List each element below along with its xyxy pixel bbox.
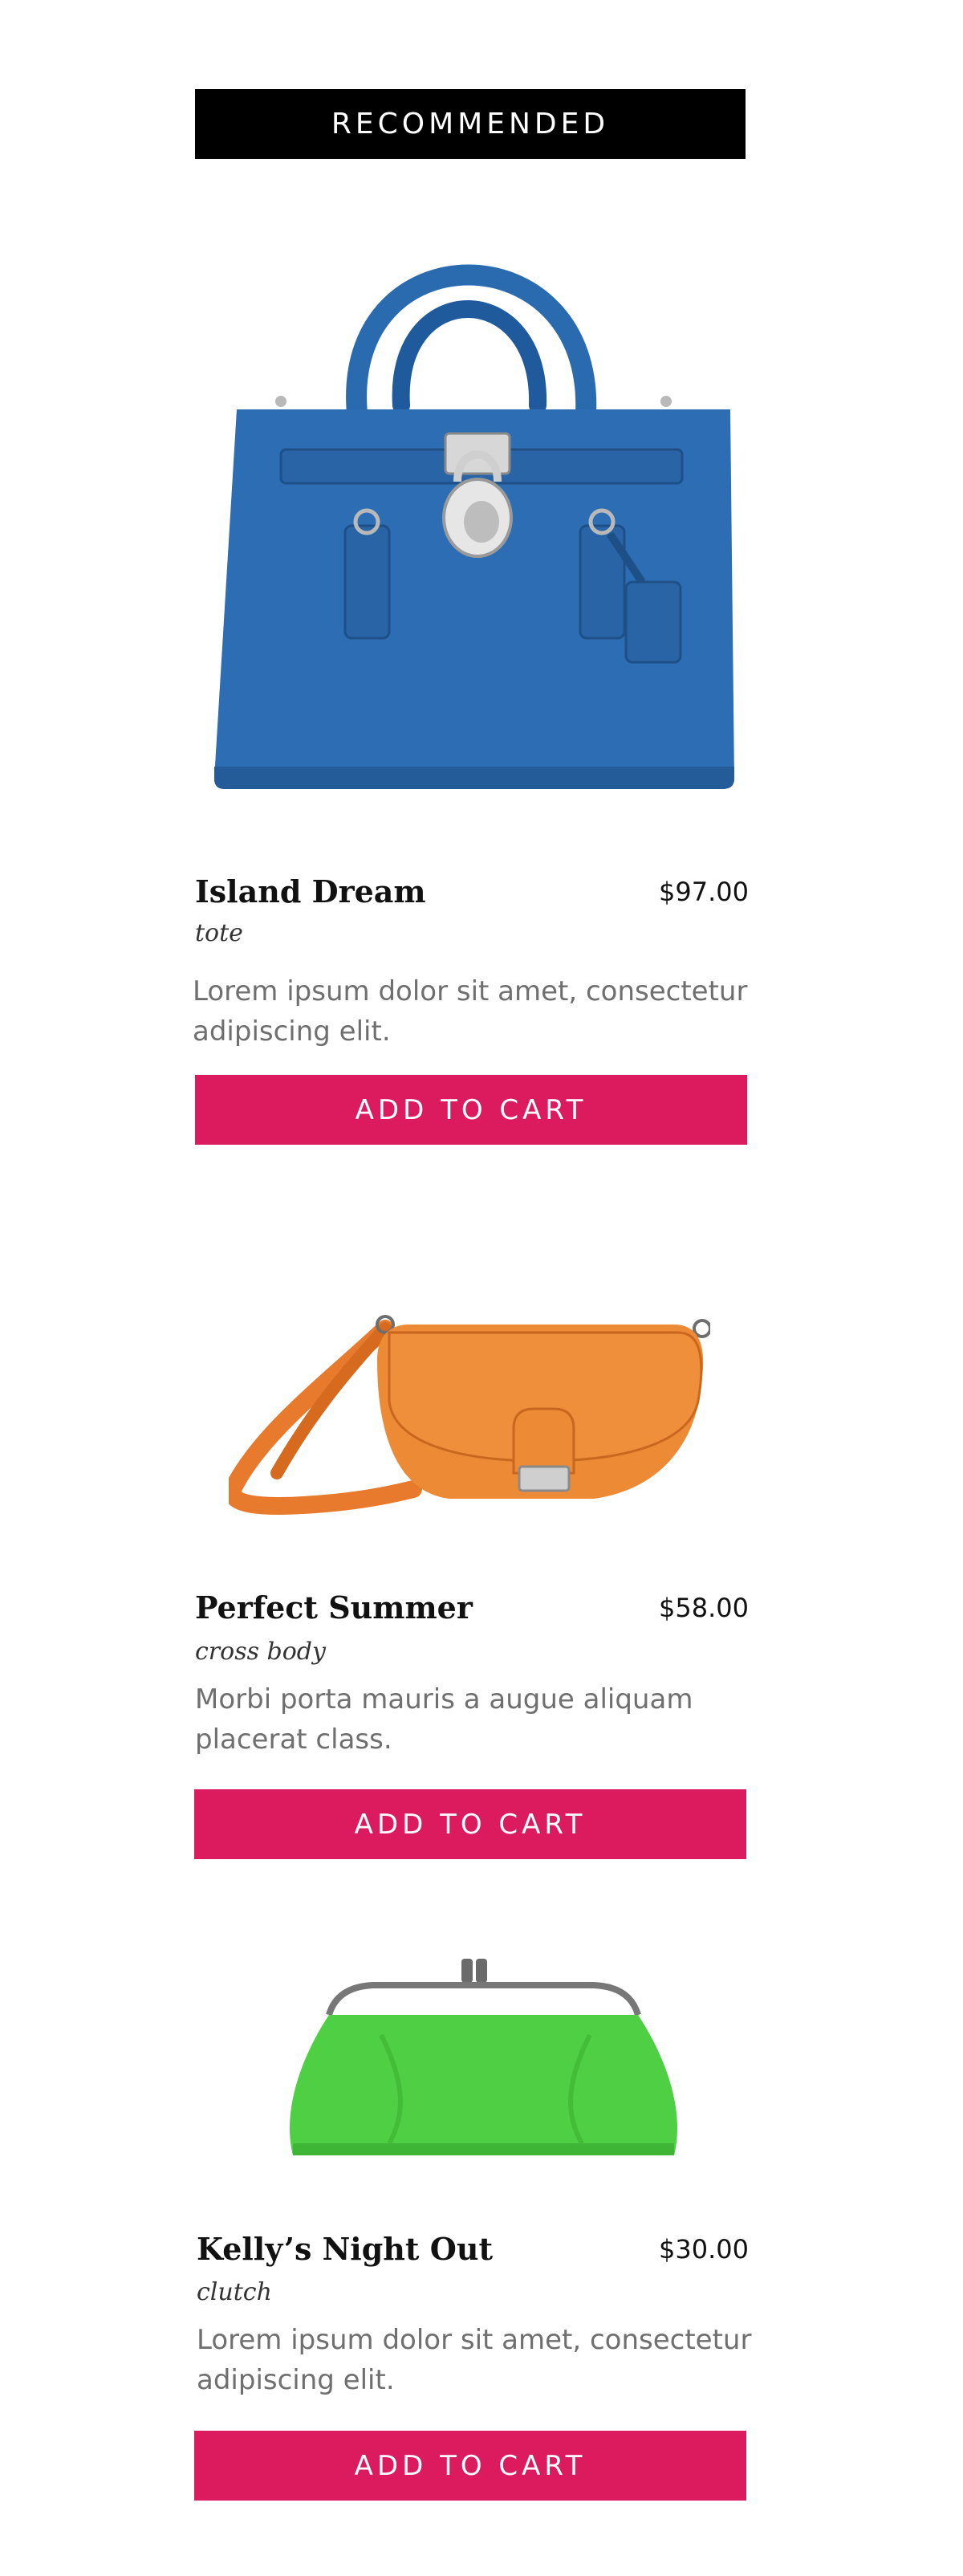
product-image-orange-crossbody[interactable] bbox=[229, 1248, 710, 1517]
add-to-cart-button[interactable]: ADD TO CART bbox=[195, 1075, 747, 1145]
product-image-green-clutch[interactable] bbox=[285, 1955, 686, 2171]
product-category: tote bbox=[195, 919, 243, 947]
product-category: clutch bbox=[197, 2278, 272, 2306]
recommended-header: RECOMMENDED bbox=[195, 89, 746, 159]
product-category: cross body bbox=[195, 1638, 326, 1666]
product-image-blue-tote[interactable] bbox=[205, 205, 742, 795]
product-name[interactable]: Perfect Summer bbox=[195, 1589, 473, 1626]
green-clutch-image bbox=[290, 1959, 677, 2155]
product-description: Lorem ipsum dolor sit amet, consectetur … bbox=[197, 2324, 752, 2396]
product-price: $97.00 bbox=[659, 877, 749, 907]
add-to-cart-button[interactable]: ADD TO CART bbox=[194, 2431, 746, 2501]
product-price: $58.00 bbox=[659, 1593, 749, 1623]
product-description: Morbi porta mauris a augue aliquam place… bbox=[195, 1683, 693, 1756]
recommended-title: RECOMMENDED bbox=[331, 108, 610, 140]
blue-tote-image bbox=[214, 264, 734, 789]
product-name[interactable]: Kelly’s Night Out bbox=[197, 2231, 493, 2267]
add-to-cart-button[interactable]: ADD TO CART bbox=[194, 1789, 746, 1859]
product-name[interactable]: Island Dream bbox=[195, 873, 426, 910]
product-price: $30.00 bbox=[659, 2234, 749, 2265]
product-description: Lorem ipsum dolor sit amet, consectetur … bbox=[193, 975, 748, 1048]
orange-crossbody-image bbox=[229, 1315, 710, 1515]
